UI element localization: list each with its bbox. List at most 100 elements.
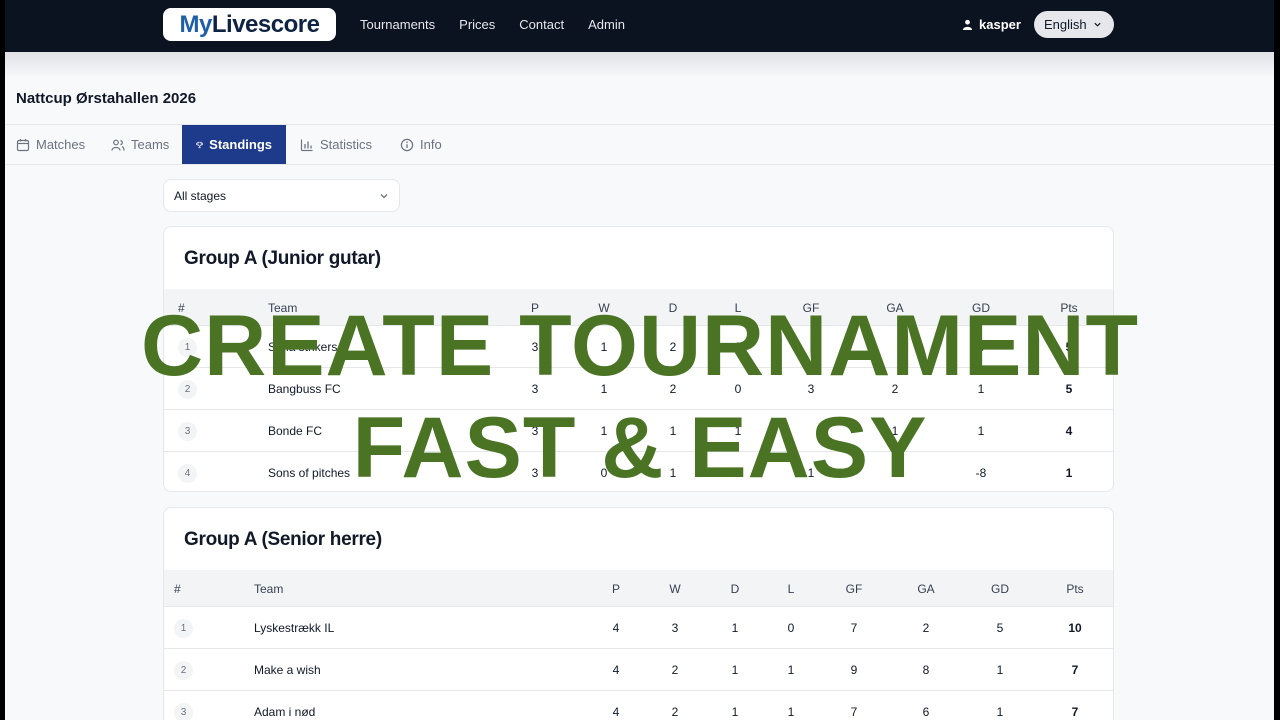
stat-lost: 1 bbox=[787, 705, 795, 719]
tab-bar: Matches Teams Standings Statistics Info bbox=[5, 124, 1274, 165]
tab-statistics-label: Statistics bbox=[320, 137, 373, 152]
info-icon bbox=[400, 138, 414, 151]
stat-points: 4 bbox=[1065, 424, 1073, 438]
stat-goals-for: 3 bbox=[807, 382, 815, 396]
user-name: kasper bbox=[979, 17, 1021, 32]
stat-drawn: 1 bbox=[669, 424, 677, 438]
stat-drawn: 1 bbox=[669, 466, 677, 480]
stat-goals-against: 8 bbox=[922, 663, 930, 677]
nav-link-contact[interactable]: Contact bbox=[519, 17, 564, 32]
stat-lost: 1 bbox=[734, 424, 742, 438]
stat-goals-against: 2 bbox=[891, 382, 899, 396]
page-title: Nattcup Ørstahallen 2026 bbox=[16, 90, 197, 107]
stat-won: 1 bbox=[600, 382, 608, 396]
navbar-shadow bbox=[5, 52, 1274, 78]
stat-points: 10 bbox=[1068, 621, 1082, 635]
stat-goals-for: 7 bbox=[850, 621, 858, 635]
column-header-team: Team bbox=[254, 582, 284, 596]
tab-standings[interactable]: Standings bbox=[182, 125, 286, 164]
stat-played: 4 bbox=[612, 663, 620, 677]
rank-badge: 1 bbox=[178, 338, 197, 357]
team-name[interactable]: Bangbuss FC bbox=[268, 382, 341, 396]
team-name[interactable]: Sima strikers bbox=[268, 340, 337, 354]
stat-goals-against: 2 bbox=[922, 621, 930, 635]
stat-points: 5 bbox=[1065, 382, 1073, 396]
tab-info[interactable]: Info bbox=[400, 125, 442, 164]
team-name[interactable]: Sons of pitches bbox=[268, 466, 350, 480]
column-header-goals-for: GF bbox=[802, 301, 820, 315]
team-name[interactable]: Adam i nød bbox=[254, 705, 315, 719]
rank-badge: 4 bbox=[178, 464, 197, 483]
tab-matches-label: Matches bbox=[36, 137, 86, 152]
team-name[interactable]: Make a wish bbox=[254, 663, 321, 677]
team-name[interactable]: Bonde FC bbox=[268, 424, 322, 438]
trophy-icon bbox=[196, 141, 204, 148]
stat-won: 3 bbox=[671, 621, 679, 635]
stat-drawn: 1 bbox=[731, 705, 739, 719]
rank-badge: 3 bbox=[174, 703, 193, 720]
stat-goal-diff: 5 bbox=[996, 621, 1004, 635]
stat-goal-diff: 1 bbox=[996, 705, 1004, 719]
stat-lost: 0 bbox=[734, 340, 742, 354]
team-name[interactable]: Lyskestrækk IL bbox=[254, 621, 334, 635]
stat-goal-diff: 6 bbox=[977, 340, 985, 354]
brand-logo[interactable]: My Livescore bbox=[163, 8, 336, 41]
stat-won: 1 bbox=[600, 340, 608, 354]
table-row: 4 Sons of pitches 3 0 1 1 9 -8 1 bbox=[164, 451, 1113, 491]
column-header-drawn: D bbox=[668, 301, 678, 315]
tab-standings-label: Standings bbox=[209, 137, 272, 152]
tab-statistics[interactable]: Statistics bbox=[300, 125, 372, 164]
table-row: 3 Adam i nød 4 2 1 1 7 6 1 7 bbox=[164, 690, 1113, 720]
column-header-won: W bbox=[669, 582, 681, 596]
language-selected: English bbox=[1044, 17, 1087, 32]
tab-info-label: Info bbox=[420, 137, 442, 152]
stat-played: 3 bbox=[531, 424, 539, 438]
column-header-goals-against: GA bbox=[917, 582, 935, 596]
calendar-icon bbox=[16, 138, 30, 151]
rank-badge: 1 bbox=[174, 619, 193, 638]
stat-played: 4 bbox=[612, 705, 620, 719]
column-header-drawn: D bbox=[730, 582, 740, 596]
stage-filter-select[interactable]: All stages bbox=[163, 179, 400, 212]
bar-chart-icon bbox=[300, 139, 313, 151]
stat-points: 7 bbox=[1071, 663, 1079, 677]
nav-link-admin[interactable]: Admin bbox=[588, 17, 625, 32]
stat-played: 3 bbox=[531, 340, 539, 354]
logo-text-my: My bbox=[179, 10, 213, 38]
column-header-won: W bbox=[598, 301, 610, 315]
nav-link-prices[interactable]: Prices bbox=[459, 17, 495, 32]
language-select[interactable]: English bbox=[1034, 11, 1114, 38]
stat-won: 0 bbox=[600, 466, 608, 480]
stat-drawn: 1 bbox=[731, 621, 739, 635]
stat-goals-for: 1 bbox=[807, 466, 815, 480]
user-menu[interactable]: kasper bbox=[962, 17, 1021, 32]
top-navbar: My Livescore Tournaments Prices Contact A… bbox=[5, 0, 1274, 52]
column-header-played: P bbox=[611, 582, 621, 596]
stat-goal-diff: 1 bbox=[996, 663, 1004, 677]
column-header-rank: # bbox=[174, 582, 181, 596]
tab-teams-label: Teams bbox=[131, 137, 170, 152]
group-title: Group A (Junior gutar) bbox=[184, 248, 381, 269]
stat-played: 4 bbox=[612, 621, 620, 635]
group-card-junior: Group A (Junior gutar) # Team P W D L GF GA GD Pt… bbox=[163, 226, 1114, 492]
stat-won: 1 bbox=[600, 424, 608, 438]
tab-matches[interactable]: Matches bbox=[16, 125, 85, 164]
stat-goal-diff: -8 bbox=[975, 466, 987, 480]
nav-link-tournaments[interactable]: Tournaments bbox=[360, 17, 435, 32]
stat-lost: 1 bbox=[787, 663, 795, 677]
stat-won: 2 bbox=[671, 663, 679, 677]
tab-teams[interactable]: Teams bbox=[111, 125, 169, 164]
stat-points: 1 bbox=[1065, 466, 1073, 480]
stat-played: 3 bbox=[531, 382, 539, 396]
page: My Livescore Tournaments Prices Contact A… bbox=[5, 0, 1274, 720]
stat-goals-for: 9 bbox=[850, 663, 858, 677]
stat-lost: 0 bbox=[734, 382, 742, 396]
nav-links: Tournaments Prices Contact Admin bbox=[360, 17, 625, 32]
table-row: 2 Make a wish 4 2 1 1 9 8 1 7 bbox=[164, 648, 1113, 690]
stat-goal-diff: 1 bbox=[977, 382, 985, 396]
column-header-rank: # bbox=[178, 301, 185, 315]
column-header-goals-against: GA bbox=[886, 301, 904, 315]
standings-table-header bbox=[164, 570, 1113, 606]
stat-goals-against: 9 bbox=[891, 466, 899, 480]
group-card-senior: Group A (Senior herre) # Team P W D L GF GA GD Pt… bbox=[163, 507, 1114, 720]
